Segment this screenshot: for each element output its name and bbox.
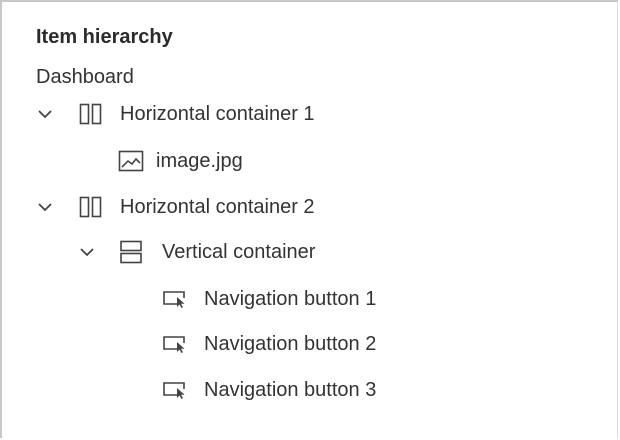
chevron-down-icon[interactable]: [36, 105, 54, 123]
tree-item-label: Navigation button 1: [204, 287, 377, 310]
tree-item-label: Horizontal container 2: [120, 195, 315, 218]
tree-item-label: Navigation button 3: [204, 378, 377, 401]
navigation-button-icon: [162, 287, 188, 311]
item-hierarchy-panel: Item hierarchy Dashboard Horizontal cont…: [0, 0, 618, 438]
tree-item-label: Navigation button 2: [204, 332, 377, 355]
tree-item-navigation-button-2[interactable]: Navigation button 2: [162, 329, 376, 359]
tree-item-label: Horizontal container 1: [120, 102, 315, 125]
tree-root-dashboard[interactable]: Dashboard: [36, 66, 134, 89]
image-icon: [118, 149, 144, 173]
horizontal-container-icon: [78, 102, 104, 126]
navigation-button-icon: [162, 332, 188, 356]
navigation-button-icon: [162, 378, 188, 402]
tree-item-navigation-button-1[interactable]: Navigation button 1: [162, 284, 376, 314]
panel-title: Item hierarchy: [36, 26, 173, 48]
vertical-container-icon: [118, 240, 144, 264]
tree-item-label: image.jpg: [156, 149, 243, 172]
tree-item-label: Vertical container: [162, 240, 316, 263]
chevron-down-icon[interactable]: [78, 243, 96, 261]
tree-item-horizontal-container-1[interactable]: Horizontal container 1: [36, 99, 315, 129]
tree-item-image[interactable]: image.jpg: [118, 146, 243, 176]
tree-item-horizontal-container-2[interactable]: Horizontal container 2: [36, 192, 315, 222]
chevron-down-icon[interactable]: [36, 198, 54, 216]
tree-item-vertical-container[interactable]: Vertical container: [78, 237, 315, 267]
tree-item-navigation-button-3[interactable]: Navigation button 3: [162, 375, 376, 405]
horizontal-container-icon: [78, 195, 104, 219]
